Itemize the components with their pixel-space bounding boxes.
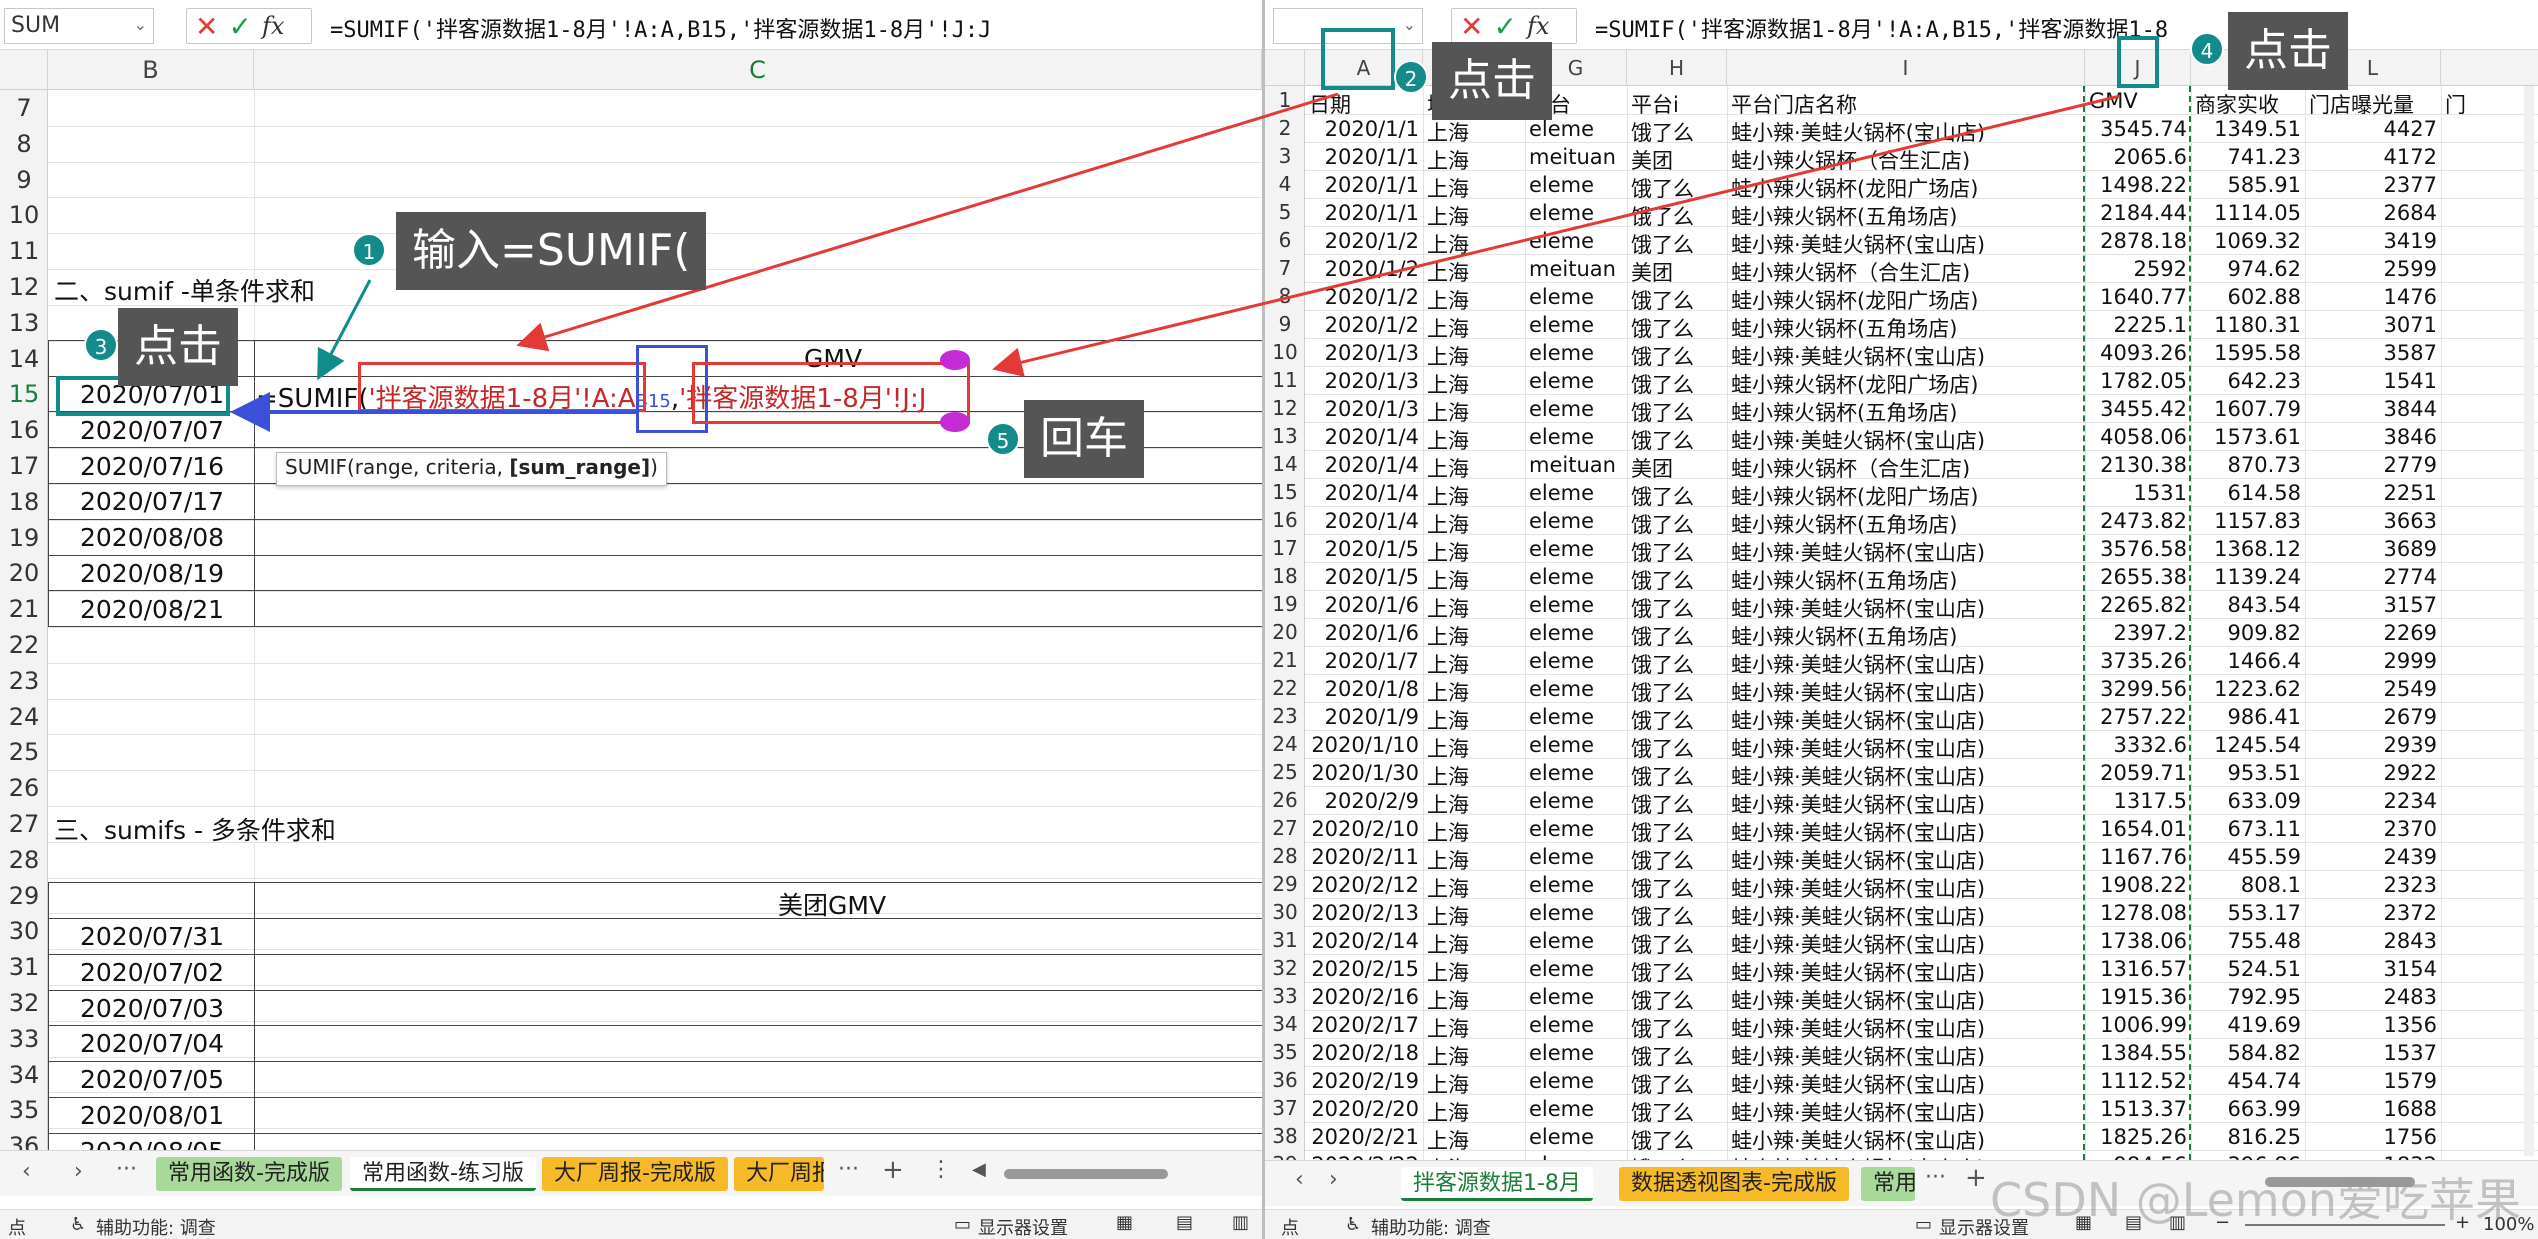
callout-2: 点击 <box>1432 42 1552 120</box>
callout-5-badge: 5 <box>986 422 1020 456</box>
callout-5: 回车 <box>1024 400 1144 478</box>
arrow-callout1 <box>317 279 372 381</box>
callout-4: 点击 <box>2228 12 2348 90</box>
callout-3-badge: 3 <box>84 328 118 362</box>
annotation-arrows <box>230 92 2121 432</box>
callout-1-badge: 1 <box>352 233 386 267</box>
callout-3: 点击 <box>118 308 238 386</box>
arrow-column-j-to-sum-range <box>992 94 2121 377</box>
callout-4-badge: 4 <box>2190 32 2224 66</box>
callout-2-badge: 2 <box>1394 60 1428 94</box>
callout-1: 输入=SUMIF( <box>396 212 707 290</box>
